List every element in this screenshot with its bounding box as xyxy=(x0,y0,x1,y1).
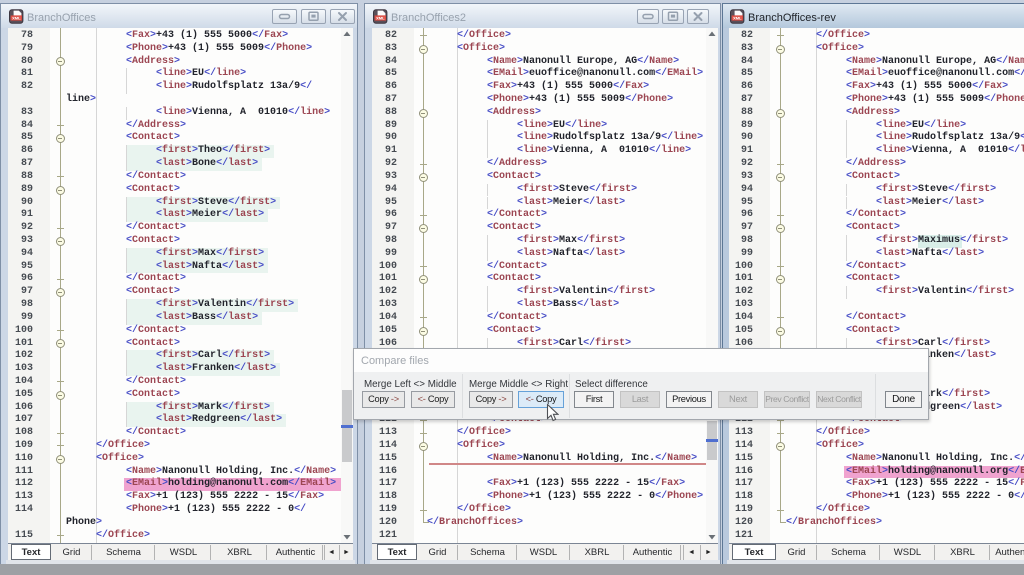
svg-text:XML: XML xyxy=(733,16,742,21)
svg-text:XML: XML xyxy=(12,16,21,21)
svg-text:XML: XML xyxy=(376,16,385,21)
